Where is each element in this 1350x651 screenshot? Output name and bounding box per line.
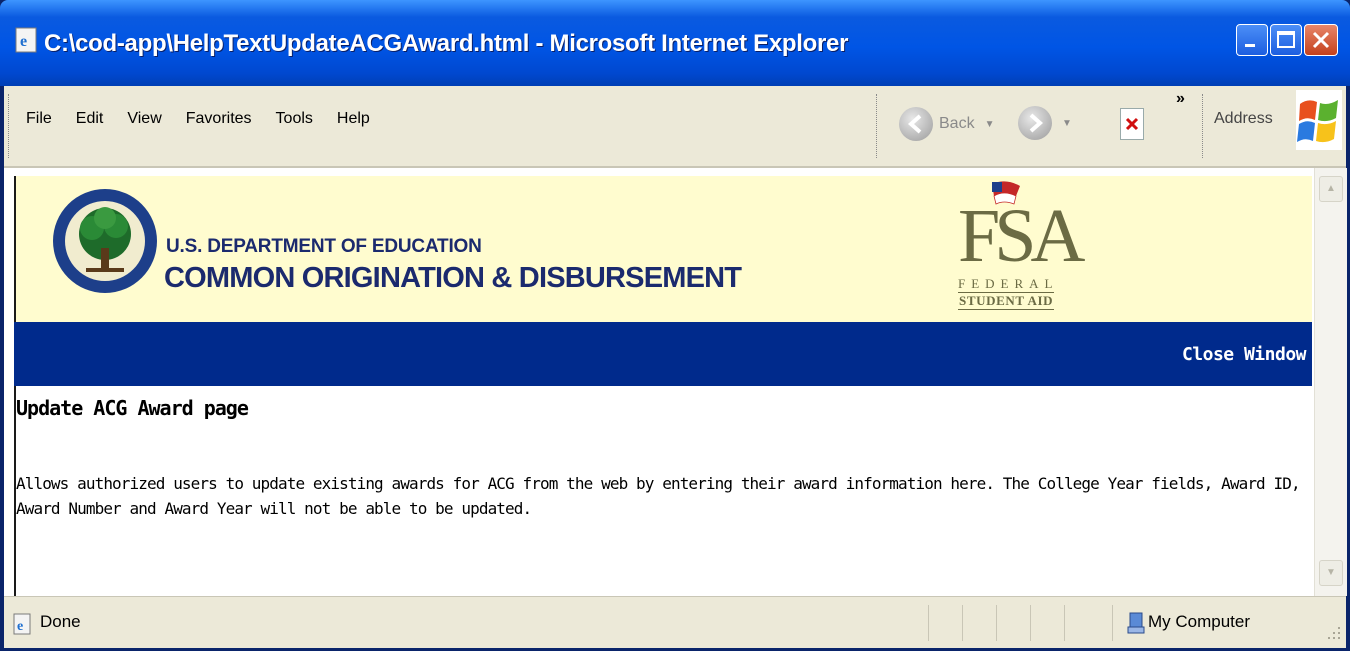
forward-arrow-icon bbox=[1018, 106, 1052, 140]
maximize-icon bbox=[1277, 31, 1295, 48]
menu-bar: File Edit View Favorites Tools Help bbox=[14, 106, 382, 132]
menu-edit[interactable]: Edit bbox=[64, 106, 116, 132]
stop-button[interactable] bbox=[1120, 108, 1144, 140]
status-divider bbox=[1064, 605, 1065, 641]
department-name: U.S. DEPARTMENT OF EDUCATION bbox=[166, 236, 482, 257]
back-label: Back bbox=[939, 115, 975, 132]
svg-text:e: e bbox=[20, 33, 27, 50]
header-banner: U.S. DEPARTMENT OF EDUCATION COMMON ORIG… bbox=[14, 176, 1312, 322]
page-done-icon: e bbox=[13, 613, 31, 635]
status-divider bbox=[996, 605, 997, 641]
status-divider bbox=[1112, 605, 1113, 641]
scroll-up-icon[interactable]: ▲ bbox=[1319, 176, 1343, 202]
forward-button[interactable]: ▼ bbox=[1018, 106, 1072, 140]
window-title: C:\cod-app\HelpTextUpdateACGAward.html -… bbox=[44, 30, 849, 57]
windows-logo-icon bbox=[1296, 90, 1342, 150]
address-label[interactable]: Address bbox=[1214, 110, 1273, 128]
status-bar: e Done My Computer bbox=[4, 596, 1346, 648]
status-text: Done bbox=[40, 612, 81, 631]
toolbar-grip[interactable] bbox=[1202, 94, 1206, 158]
toolbar-grip[interactable] bbox=[8, 94, 12, 158]
ie-page-icon: e bbox=[15, 27, 37, 53]
content-left-border bbox=[14, 176, 16, 596]
computer-zone-icon bbox=[1127, 612, 1145, 634]
forward-dropdown-icon[interactable]: ▼ bbox=[1062, 118, 1072, 129]
status-divider bbox=[928, 605, 929, 641]
svg-text:e: e bbox=[17, 619, 23, 634]
toolbar-overflow-icon[interactable]: » bbox=[1176, 90, 1185, 108]
nav-bar: Close Window bbox=[14, 322, 1312, 386]
menu-tools[interactable]: Tools bbox=[264, 106, 325, 132]
menu-view[interactable]: View bbox=[115, 106, 173, 132]
page-content: U.S. DEPARTMENT OF EDUCATION COMMON ORIG… bbox=[4, 168, 1314, 596]
menu-favorites[interactable]: Favorites bbox=[174, 106, 264, 132]
back-button[interactable]: Back ▼ bbox=[899, 106, 994, 142]
resize-grip-icon[interactable] bbox=[1324, 623, 1342, 641]
stop-icon bbox=[1125, 117, 1139, 131]
fsa-student-aid-text: STUDENT AID bbox=[958, 292, 1055, 310]
browser-window: e C:\cod-app\HelpTextUpdateACGAward.html… bbox=[0, 0, 1350, 651]
page-description: Allows authorized users to update existi… bbox=[16, 474, 1301, 518]
vertical-scrollbar[interactable]: ▲ ▼ bbox=[1314, 168, 1347, 596]
page-title: Update ACG Award page bbox=[16, 396, 249, 420]
status-divider bbox=[1030, 605, 1031, 641]
close-icon bbox=[1312, 31, 1330, 49]
toolbar-grip[interactable] bbox=[876, 94, 880, 158]
fsa-logo-text: FSA bbox=[958, 194, 1085, 278]
menu-file[interactable]: File bbox=[14, 106, 64, 132]
application-name: COMMON ORIGINATION & DISBURSEMENT bbox=[164, 262, 742, 294]
close-button[interactable] bbox=[1304, 24, 1338, 56]
fsa-federal-text: FEDERAL bbox=[958, 276, 1059, 291]
scroll-down-icon[interactable]: ▼ bbox=[1319, 560, 1343, 586]
close-window-link[interactable]: Close Window bbox=[1182, 344, 1307, 365]
minimize-icon bbox=[1245, 44, 1255, 47]
minimize-button[interactable] bbox=[1236, 24, 1268, 56]
status-divider bbox=[962, 605, 963, 641]
maximize-button[interactable] bbox=[1270, 24, 1302, 56]
back-arrow-icon bbox=[899, 107, 933, 141]
menu-help[interactable]: Help bbox=[325, 106, 382, 132]
toolbar-area: File Edit View Favorites Tools Help Back… bbox=[4, 86, 1346, 168]
back-dropdown-icon[interactable]: ▼ bbox=[985, 119, 995, 130]
security-zone-text: My Computer bbox=[1148, 612, 1251, 631]
title-bar[interactable]: e C:\cod-app\HelpTextUpdateACGAward.html… bbox=[0, 0, 1350, 86]
department-seal-icon bbox=[53, 189, 157, 293]
